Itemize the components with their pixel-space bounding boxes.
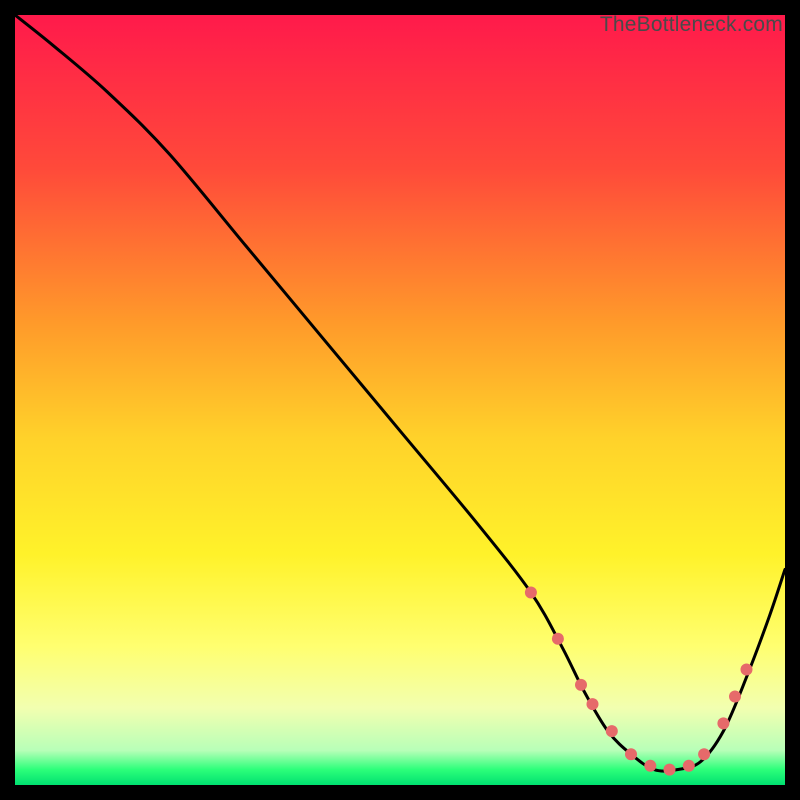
highlight-point [717,717,729,729]
highlight-point [552,633,564,645]
watermark-text: TheBottleneck.com [600,13,783,37]
chart-frame: TheBottleneck.com [15,15,785,785]
bottleneck-curve [15,15,785,771]
highlight-point [625,748,637,760]
highlight-point [664,764,676,776]
highlight-point [698,748,710,760]
highlight-point [587,698,599,710]
highlight-point [683,760,695,772]
chart-plot [15,15,785,785]
highlight-point [729,691,741,703]
highlight-point [644,760,656,772]
highlight-point [606,725,618,737]
highlight-point [741,664,753,676]
highlight-points [525,587,753,776]
highlight-point [575,679,587,691]
highlight-point [525,587,537,599]
